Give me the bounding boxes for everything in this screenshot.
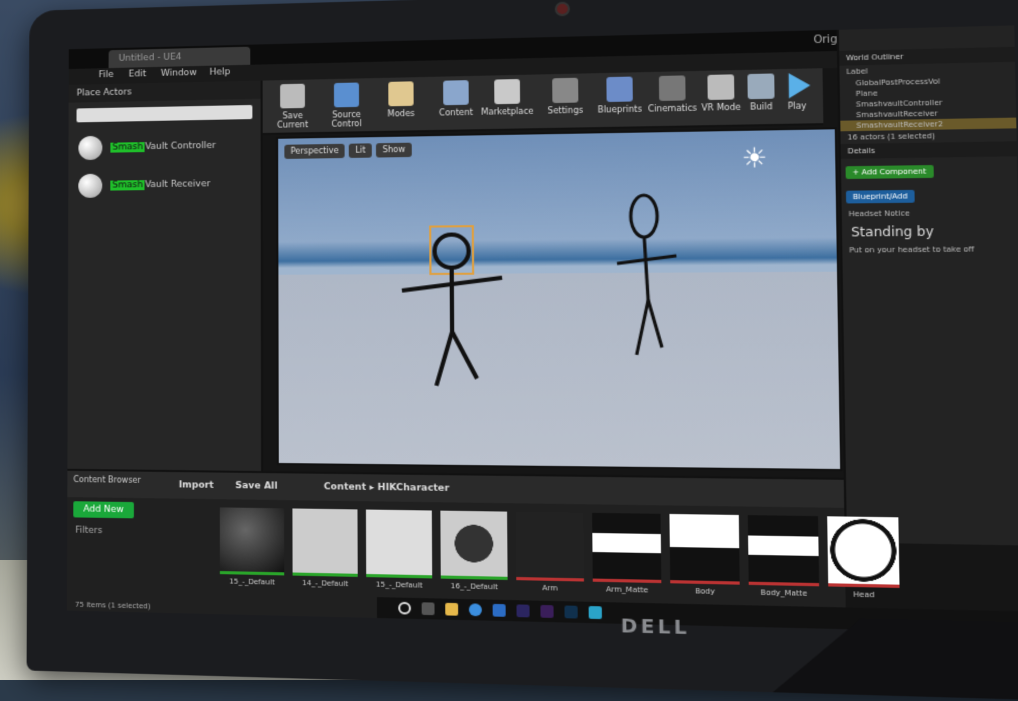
screen: Untitled - UE4 OriginalWideband4 File Ed… bbox=[67, 25, 1018, 633]
asset-tile[interactable]: 15_-_Default bbox=[220, 507, 284, 586]
asset-tile[interactable]: 14_-_Default bbox=[292, 508, 357, 588]
asset-tile[interactable]: Arm bbox=[516, 512, 584, 593]
play-button[interactable]: Play bbox=[769, 72, 826, 111]
sphere-icon bbox=[78, 136, 102, 160]
asset-tile[interactable]: Head bbox=[827, 516, 900, 600]
marketplace-icon bbox=[494, 79, 520, 104]
actor-name: Vault Controller bbox=[145, 141, 216, 152]
menu-window[interactable]: Window bbox=[161, 68, 197, 79]
search-icon[interactable] bbox=[398, 602, 411, 615]
source-control-icon bbox=[334, 83, 359, 108]
modes-icon bbox=[388, 81, 413, 106]
content-browser-tab[interactable]: Content Browser bbox=[73, 475, 140, 485]
menu-file[interactable]: File bbox=[99, 70, 114, 80]
asset-grid: 15_-_Default 14_-_Default 15_-_Default 1… bbox=[220, 507, 900, 600]
actor-item-receiver[interactable]: Smash Vault Receiver bbox=[78, 172, 250, 198]
import-button[interactable]: Import bbox=[179, 480, 214, 491]
stick-figures bbox=[278, 129, 840, 469]
path-hikcharacter[interactable]: HIKCharacter bbox=[378, 483, 450, 494]
after-effects-icon[interactable] bbox=[516, 604, 529, 617]
marketplace-button[interactable]: Marketplace bbox=[480, 79, 534, 117]
play-icon bbox=[783, 73, 810, 99]
keyboard bbox=[772, 617, 1018, 701]
place-actors-panel: Place Actors Smash Vault Controller Smas… bbox=[67, 81, 263, 529]
details-title: Details bbox=[841, 141, 1018, 159]
place-actors-title: Place Actors bbox=[69, 81, 261, 103]
source-control-button[interactable]: Source Control bbox=[320, 82, 372, 129]
add-component-button[interactable]: + Add Component bbox=[846, 165, 934, 179]
save-icon bbox=[280, 84, 305, 109]
actor-item-controller[interactable]: Smash Vault Controller bbox=[78, 133, 250, 160]
cinematics-button[interactable]: Cinematics bbox=[645, 75, 701, 114]
asset-tile[interactable]: Arm_Matte bbox=[592, 513, 661, 595]
webcam bbox=[555, 2, 570, 17]
filters-button[interactable]: Filters bbox=[75, 526, 102, 537]
asset-tile[interactable]: Body bbox=[669, 514, 739, 597]
app-icon[interactable] bbox=[589, 606, 602, 619]
content-button[interactable]: Content bbox=[429, 80, 482, 118]
modes-button[interactable]: Modes bbox=[375, 81, 428, 119]
task-view-icon[interactable] bbox=[422, 602, 435, 615]
sphere-icon bbox=[78, 174, 102, 198]
level-viewport[interactable]: Perspective Lit Show ☀ bbox=[276, 127, 842, 471]
clapper-icon bbox=[659, 75, 686, 101]
actor-name-highlight: Smash bbox=[110, 142, 145, 153]
standing-by-subtext: Put on your headset to take off bbox=[842, 243, 1018, 257]
folder-icon[interactable] bbox=[445, 603, 458, 616]
breadcrumb: Content ▸ HIKCharacter bbox=[324, 482, 449, 494]
laptop: Untitled - UE4 OriginalWideband4 File Ed… bbox=[27, 0, 1018, 701]
actor-search-input[interactable] bbox=[77, 105, 253, 122]
path-content[interactable]: Content bbox=[324, 482, 366, 493]
actor-name: Vault Receiver bbox=[145, 179, 210, 190]
standing-by-text: Standing by bbox=[842, 219, 1018, 244]
menu-help[interactable]: Help bbox=[209, 67, 230, 78]
right-panel: World Outliner Label GlobalPostProcessVo… bbox=[837, 25, 1018, 545]
blueprints-icon bbox=[606, 77, 632, 102]
main-toolbar: Save Current Source Control Modes Conten… bbox=[263, 68, 824, 135]
add-new-button[interactable]: Add New bbox=[73, 501, 134, 518]
blueprints-button[interactable]: Blueprints bbox=[592, 76, 647, 115]
save-all-button[interactable]: Save All bbox=[235, 481, 277, 492]
asset-tile[interactable]: 15_-_Default bbox=[366, 510, 432, 590]
photoshop-icon[interactable] bbox=[564, 605, 577, 618]
settings-button[interactable]: Settings bbox=[538, 77, 592, 115]
premiere-icon[interactable] bbox=[540, 605, 553, 618]
chrome-icon[interactable] bbox=[469, 603, 482, 616]
asset-tile[interactable]: 16_-_Default bbox=[440, 511, 507, 592]
gear-icon bbox=[552, 78, 578, 103]
edge-icon[interactable] bbox=[493, 604, 506, 617]
stick-figure bbox=[616, 195, 677, 355]
vr-icon bbox=[707, 74, 734, 100]
asset-tile[interactable]: Body_Matte bbox=[748, 515, 819, 598]
menu-edit[interactable]: Edit bbox=[129, 69, 147, 79]
dell-logo: DELL bbox=[621, 615, 690, 639]
content-browser-bar: Content Browser Import Save All Content … bbox=[67, 471, 844, 508]
content-status: 75 items (1 selected) bbox=[75, 601, 151, 611]
actor-name-highlight: Smash bbox=[110, 180, 145, 190]
stick-figure-selected bbox=[402, 226, 503, 386]
content-icon bbox=[443, 80, 469, 105]
save-current-button[interactable]: Save Current bbox=[267, 83, 319, 130]
blueprint-add-button[interactable]: Blueprint/Add bbox=[846, 190, 915, 204]
